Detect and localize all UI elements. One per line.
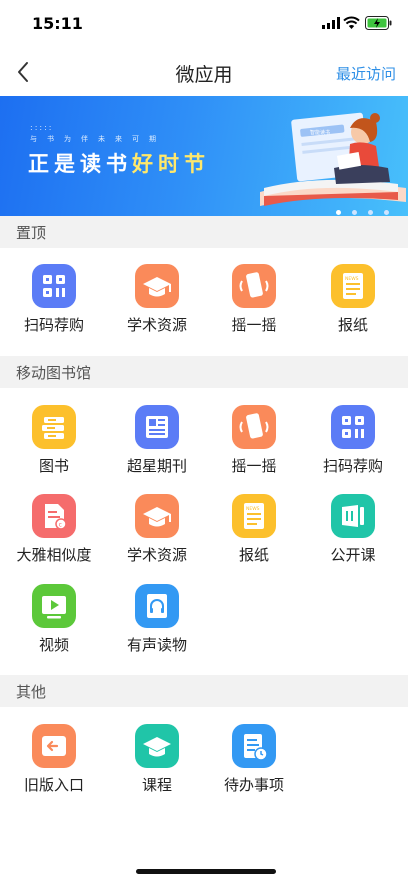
banner-headline-part1: 正是读书	[28, 152, 132, 176]
app-academic-resources[interactable]: 学术资源	[107, 494, 207, 574]
app-scan-recommend[interactable]: 扫码荐购	[303, 405, 403, 485]
books-stack-icon	[32, 405, 76, 449]
app-shake[interactable]: 摇一摇	[204, 264, 304, 344]
app-label: 扫码荐购	[23, 316, 84, 334]
app-label: 旧版入口	[23, 776, 84, 794]
shake-phone-icon	[232, 264, 276, 308]
section-header-mobile-library: 移动图书馆	[0, 356, 408, 388]
headphones-book-icon	[135, 584, 179, 628]
app-label: 报纸	[337, 316, 368, 334]
section-header-pinned: 置顶	[0, 216, 408, 248]
graduation-cap-icon	[135, 494, 179, 538]
app-open-course[interactable]: 公开课	[303, 494, 403, 574]
section-header-others: 其他	[0, 675, 408, 707]
nav-bar: 微应用 最近访问	[0, 48, 408, 96]
app-label: 摇一摇	[231, 457, 277, 475]
app-label: 摇一摇	[231, 316, 277, 334]
app-legacy-entry[interactable]: 旧版入口	[4, 724, 104, 804]
pager-dot	[352, 210, 357, 215]
section-title: 移动图书馆	[16, 364, 92, 382]
video-play-icon	[32, 584, 76, 628]
document-check-icon: c	[32, 494, 76, 538]
app-books[interactable]: 图书	[4, 405, 104, 485]
pager-dot	[368, 210, 373, 215]
signal-icon	[322, 17, 340, 29]
qr-scan-icon	[32, 264, 76, 308]
app-label: 公开课	[330, 546, 376, 564]
app-label: 有声读物	[126, 636, 187, 654]
pager-dot	[384, 210, 389, 215]
app-courses[interactable]: 课程	[107, 724, 207, 804]
banner-book-text: 智能读书	[310, 129, 330, 136]
app-audiobooks[interactable]: 有声读物	[107, 584, 207, 664]
app-newspaper[interactable]: NEWS 报纸	[303, 264, 403, 344]
newspaper-icon: NEWS	[331, 264, 375, 308]
newspaper-icon: NEWS	[232, 494, 276, 538]
section-title: 置顶	[16, 224, 47, 242]
status-bar: 15:11	[0, 0, 408, 48]
recent-visits-link[interactable]: 最近访问	[336, 63, 396, 84]
open-course-icon	[331, 494, 375, 538]
qr-scan-icon	[331, 405, 375, 449]
wifi-icon	[343, 16, 360, 29]
journal-icon	[135, 405, 179, 449]
app-newspaper[interactable]: NEWS 报纸	[204, 494, 304, 574]
home-indicator[interactable]	[136, 869, 276, 874]
app-label: 待办事项	[223, 776, 284, 794]
app-label: 学术资源	[126, 546, 187, 564]
graduation-cap-icon	[135, 724, 179, 768]
reading-girl-illustration: 智能读书	[260, 112, 406, 206]
legacy-entry-icon	[32, 724, 76, 768]
app-label: 视频	[38, 636, 69, 654]
app-daya-similarity[interactable]: c 大雅相似度	[4, 494, 104, 574]
banner-pager	[336, 200, 400, 216]
app-scan-recommend[interactable]: 扫码荐购	[4, 264, 104, 344]
app-label: 大雅相似度	[16, 546, 92, 564]
banner-subtitle: 与书为伴未来可期	[30, 135, 166, 143]
status-time: 15:11	[32, 14, 83, 33]
app-todo[interactable]: 待办事项	[204, 724, 304, 804]
shake-phone-icon	[232, 405, 276, 449]
graduation-cap-icon	[135, 264, 179, 308]
app-academic-resources[interactable]: 学术资源	[107, 264, 207, 344]
svg-text:NEWS: NEWS	[345, 276, 359, 282]
banner-headline: 正是读书好时节	[28, 148, 210, 178]
section-title: 其他	[16, 683, 47, 701]
app-video[interactable]: 视频	[4, 584, 104, 664]
svg-text:NEWS: NEWS	[246, 506, 260, 512]
banner-headline-part2: 好时节	[132, 152, 210, 176]
promo-banner[interactable]: ::::: 与书为伴未来可期 正是读书好时节 智能读书	[0, 96, 408, 216]
todo-list-icon	[232, 724, 276, 768]
app-label: 学术资源	[126, 316, 187, 334]
app-label: 扫码荐购	[322, 457, 383, 475]
pager-dot	[336, 210, 341, 215]
app-shake[interactable]: 摇一摇	[204, 405, 304, 485]
banner-decoration: :::::	[30, 123, 54, 132]
app-label: 图书	[38, 457, 69, 475]
app-label: 超星期刊	[126, 457, 187, 475]
svg-text:c: c	[59, 522, 62, 529]
battery-charging-icon	[365, 16, 392, 30]
app-superstar-journals[interactable]: 超星期刊	[107, 405, 207, 485]
app-label: 报纸	[238, 546, 269, 564]
app-label: 课程	[141, 776, 172, 794]
